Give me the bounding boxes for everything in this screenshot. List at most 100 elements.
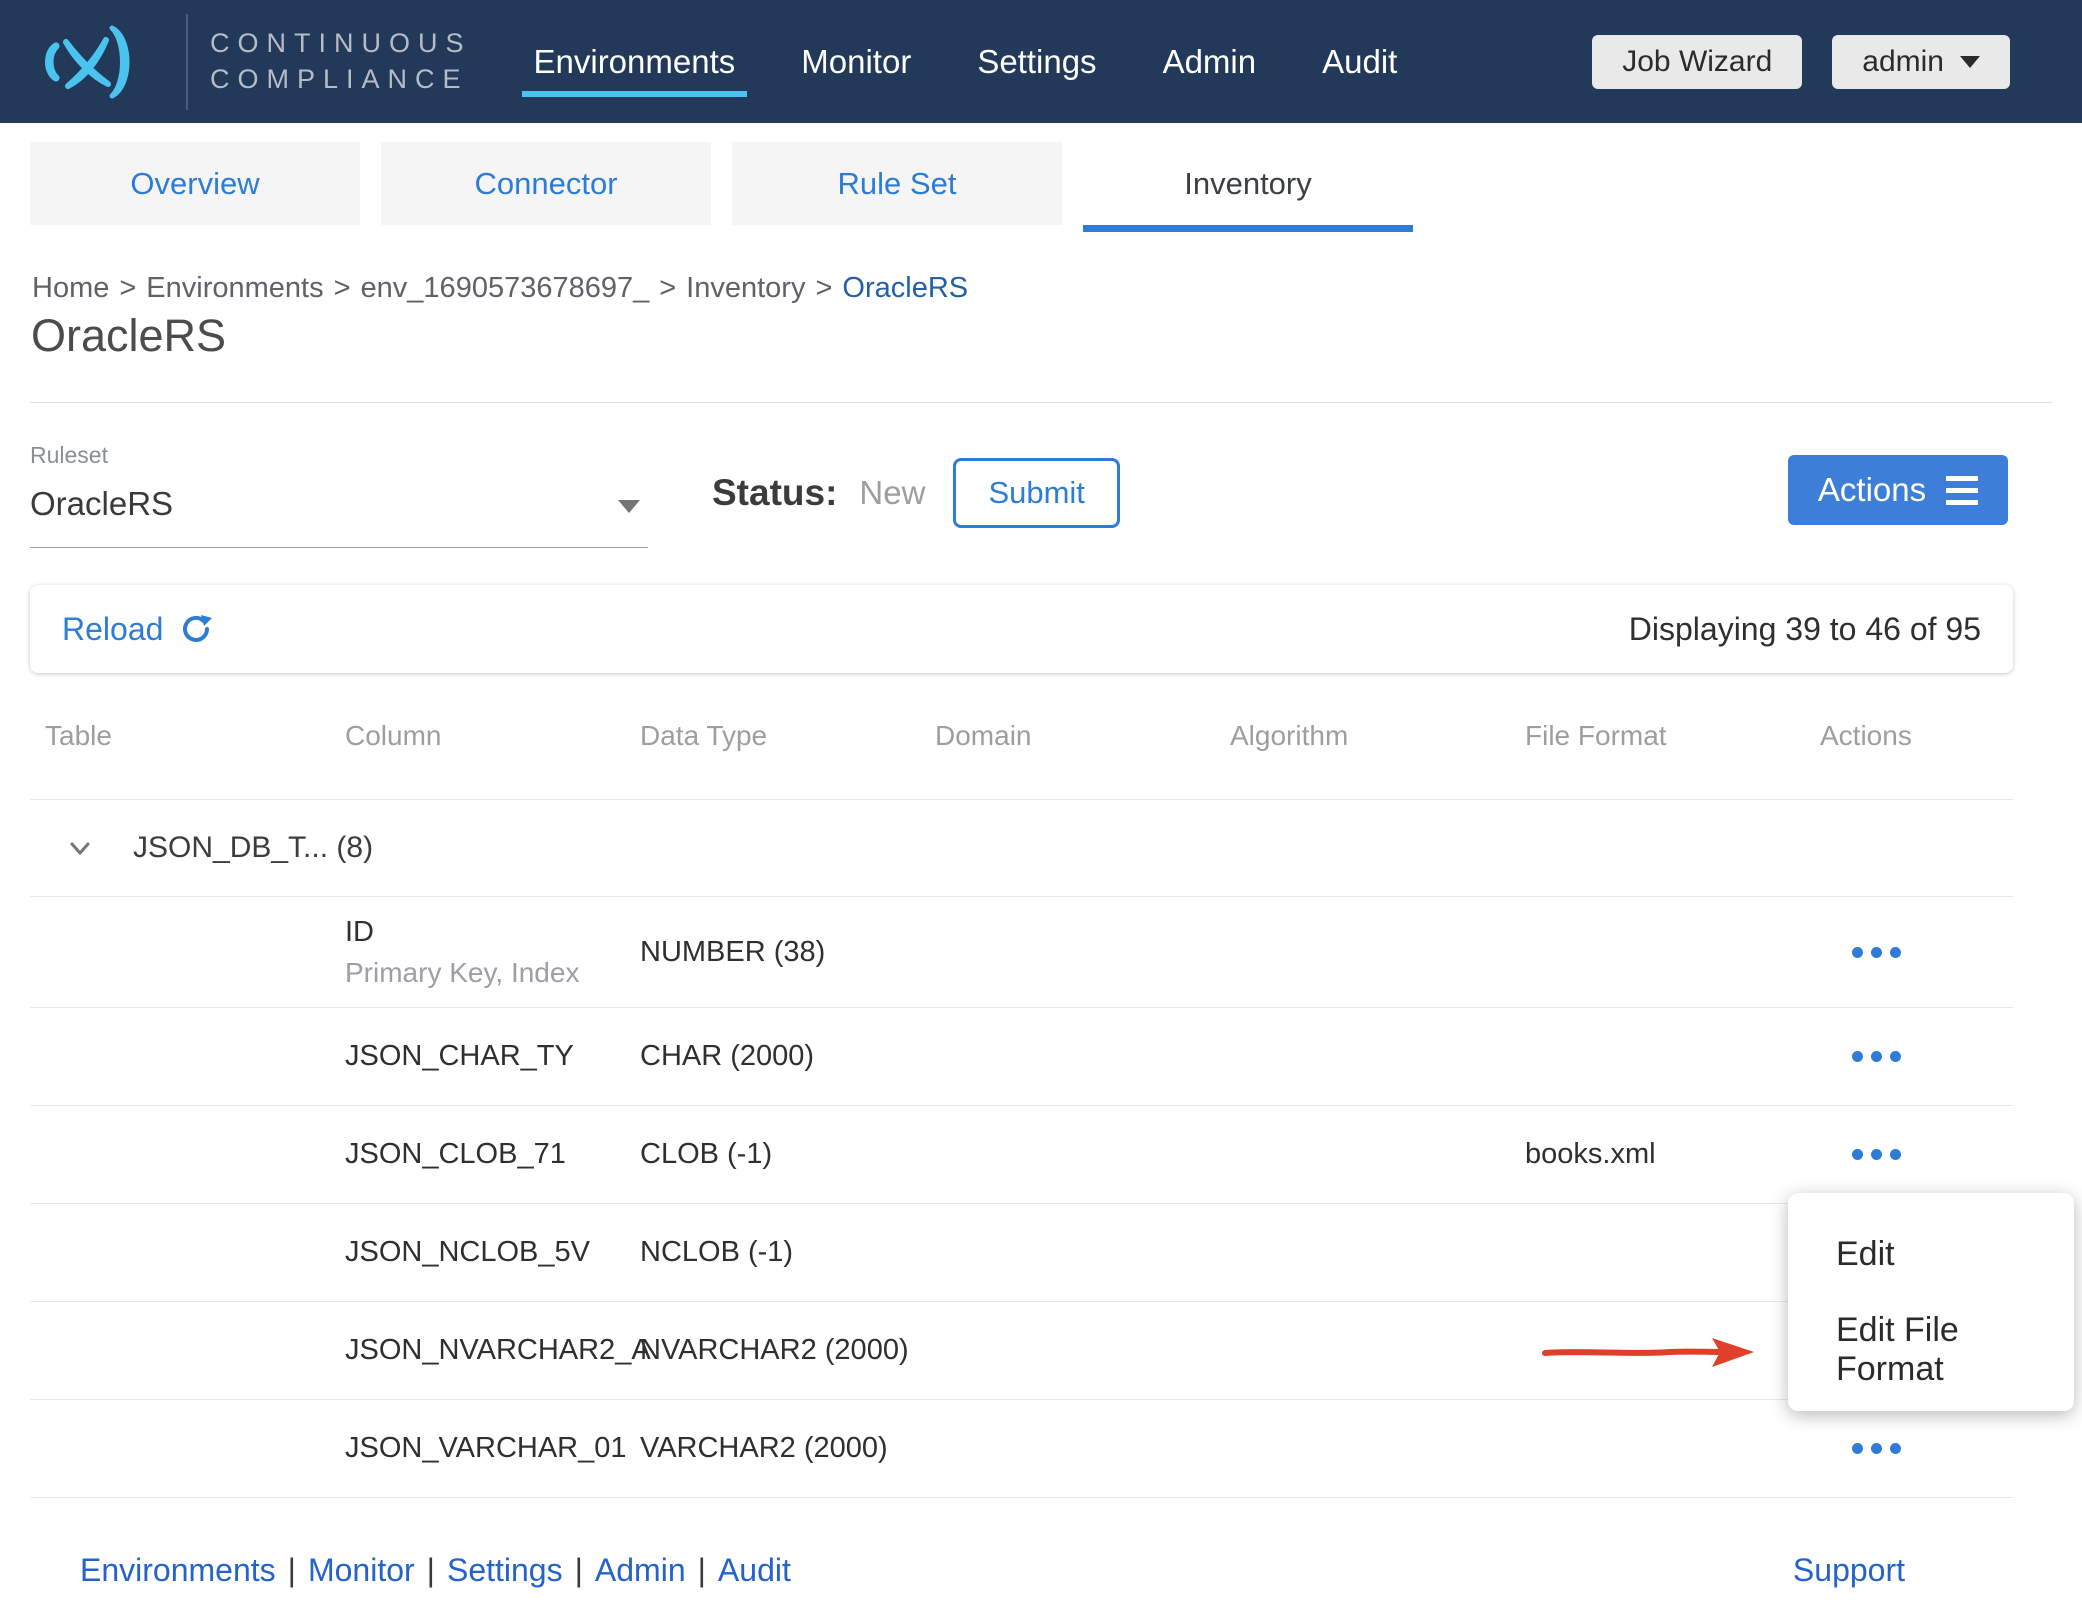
footer: Environments|Monitor|Settings|Admin|Audi…: [0, 1528, 2082, 1612]
brand-logo[interactable]: CONTINUOUS COMPLIANCE: [0, 0, 472, 123]
page-title: OracleRS: [31, 310, 226, 362]
breadcrumb-separator: >: [334, 272, 351, 304]
breadcrumb-current[interactable]: OracleRS: [842, 272, 968, 304]
cell-column: JSON_CHAR_TY: [345, 1040, 640, 1073]
nav-item-audit[interactable]: Audit: [1322, 0, 1397, 123]
footer-separator: |: [698, 1552, 706, 1588]
user-menu-button[interactable]: admin: [1832, 35, 2010, 89]
table-row: JSON_NCLOB_5V NCLOB (-1): [30, 1204, 2013, 1302]
status-value: New: [859, 474, 925, 512]
brand-line1: CONTINUOUS: [210, 26, 472, 62]
active-nav-underline: [522, 91, 748, 97]
nav-label: Admin: [1163, 43, 1257, 81]
cell-data-type: VARCHAR2 (2000): [640, 1432, 935, 1465]
cell-column: JSON_NCLOB_5V: [345, 1236, 640, 1269]
chevron-down-icon: [1960, 56, 1980, 68]
col-header-domain: Domain: [935, 720, 1230, 752]
col-header-algorithm: Algorithm: [1230, 720, 1525, 752]
menu-item-edit-file-format[interactable]: Edit File Format: [1788, 1302, 2074, 1398]
ruleset-label: Ruleset: [30, 442, 648, 469]
nav-item-admin[interactable]: Admin: [1163, 0, 1257, 123]
reload-label: Reload: [62, 611, 163, 648]
cell-data-type: NCLOB (-1): [640, 1236, 935, 1269]
cell-column: JSON_NVARCHAR2_A: [345, 1334, 640, 1367]
cell-data-type: NUMBER (38): [640, 936, 935, 969]
table-toolbar: Reload Displaying 39 to 46 of 95: [30, 585, 2013, 673]
delphix-logo-icon: [34, 24, 146, 100]
table-group-row[interactable]: JSON_DB_T... (8): [30, 800, 2013, 897]
footer-separator: |: [427, 1552, 435, 1588]
nav-item-monitor[interactable]: Monitor: [801, 0, 911, 123]
breadcrumb-environments[interactable]: Environments: [146, 272, 323, 304]
tab-label: Inventory: [1184, 166, 1312, 202]
footer-link-settings[interactable]: Settings: [447, 1552, 563, 1588]
tab-label: Connector: [474, 166, 617, 202]
table-header-row: Table Column Data Type Domain Algorithm …: [30, 673, 2013, 800]
brand-text: CONTINUOUS COMPLIANCE: [210, 26, 472, 97]
chevron-expanded-icon[interactable]: [65, 833, 95, 863]
col-header-table: Table: [45, 720, 345, 752]
inventory-table: Table Column Data Type Domain Algorithm …: [30, 673, 2013, 1498]
cell-file-format: books.xml: [1525, 1138, 1820, 1171]
breadcrumb-env-id[interactable]: env_1690573678697_: [361, 272, 650, 304]
breadcrumb-inventory[interactable]: Inventory: [686, 272, 805, 304]
col-header-file-format: File Format: [1525, 720, 1820, 752]
breadcrumb-separator: >: [815, 272, 832, 304]
primary-nav: Environments Monitor Settings Admin Audi…: [534, 0, 1398, 123]
actions-button-label: Actions: [1818, 471, 1926, 509]
pagination-status: Displaying 39 to 46 of 95: [1629, 611, 1981, 648]
submit-button[interactable]: Submit: [953, 458, 1119, 528]
footer-separator: |: [575, 1552, 583, 1588]
cell-data-type: NVARCHAR2 (2000): [640, 1334, 935, 1367]
nav-item-environments[interactable]: Environments: [534, 0, 736, 123]
group-table-name: JSON_DB_T... (8): [133, 831, 373, 865]
support-link[interactable]: Support: [1793, 1552, 1905, 1589]
tab-inventory[interactable]: Inventory: [1083, 142, 1413, 232]
top-navbar: CONTINUOUS COMPLIANCE Environments Monit…: [0, 0, 2082, 123]
tab-label: Rule Set: [838, 166, 957, 202]
row-actions-button[interactable]: [1846, 1041, 1907, 1072]
tab-rule-set[interactable]: Rule Set: [732, 142, 1062, 225]
status-label: Status:: [712, 472, 837, 514]
hamburger-menu-icon: [1946, 476, 1978, 505]
table-row: JSON_CHAR_TY CHAR (2000): [30, 1008, 2013, 1106]
nav-item-settings[interactable]: Settings: [977, 0, 1096, 123]
breadcrumb-home[interactable]: Home: [32, 272, 109, 304]
reload-button[interactable]: Reload: [62, 611, 213, 648]
ruleset-select[interactable]: Ruleset OracleRS: [30, 442, 648, 548]
logo-divider: [186, 14, 188, 110]
tab-label: Overview: [130, 166, 259, 202]
menu-item-edit[interactable]: Edit: [1788, 1206, 2074, 1302]
nav-label: Monitor: [801, 43, 911, 81]
nav-label: Audit: [1322, 43, 1397, 81]
nav-label: Environments: [534, 43, 736, 81]
navbar-right: Job Wizard admin: [1592, 35, 2082, 89]
footer-link-monitor[interactable]: Monitor: [308, 1552, 415, 1588]
actions-button[interactable]: Actions: [1788, 455, 2008, 525]
table-row: ID Primary Key, Index NUMBER (38): [30, 897, 2013, 1008]
footer-link-environments[interactable]: Environments: [80, 1552, 276, 1588]
status-group: Status: New Submit: [712, 458, 1120, 528]
tab-connector[interactable]: Connector: [381, 142, 711, 225]
section-tabs: Overview Connector Rule Set Inventory: [30, 142, 1413, 232]
tab-overview[interactable]: Overview: [30, 142, 360, 225]
cell-column: JSON_CLOB_71: [345, 1138, 640, 1171]
row-actions-button[interactable]: [1846, 1433, 1907, 1464]
column-note: Primary Key, Index: [345, 957, 640, 989]
cell-column: JSON_VARCHAR_01: [345, 1432, 640, 1465]
table-group-cell: JSON_DB_T... (8): [45, 831, 935, 865]
title-divider: [30, 402, 2052, 403]
cell-column: ID Primary Key, Index: [345, 916, 640, 989]
cell-data-type: CLOB (-1): [640, 1138, 935, 1171]
row-actions-menu: Edit Edit File Format: [1788, 1193, 2074, 1411]
row-actions-button[interactable]: [1846, 937, 1907, 968]
col-header-data-type: Data Type: [640, 720, 935, 752]
page: CONTINUOUS COMPLIANCE Environments Monit…: [0, 0, 2082, 1612]
nav-label: Settings: [977, 43, 1096, 81]
footer-link-admin[interactable]: Admin: [595, 1552, 686, 1588]
cell-data-type: CHAR (2000): [640, 1040, 935, 1073]
footer-link-audit[interactable]: Audit: [718, 1552, 791, 1588]
row-actions-button[interactable]: [1846, 1139, 1907, 1170]
job-wizard-button[interactable]: Job Wizard: [1592, 35, 1802, 89]
job-wizard-label: Job Wizard: [1622, 45, 1772, 79]
